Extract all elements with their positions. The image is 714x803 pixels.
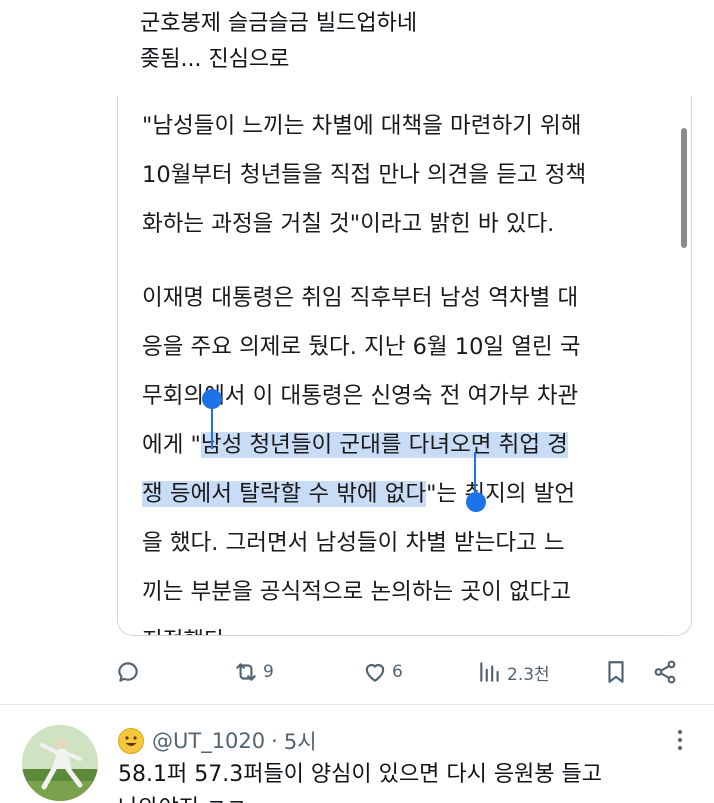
- reply-text: 나와야지 ㅋㅋ: [118, 792, 246, 803]
- like-button[interactable]: 6: [362, 652, 403, 692]
- post-text-line: 군호봉제 슬금슬금 빌드업하네: [140, 11, 418, 36]
- retweet-icon: [236, 663, 256, 681]
- avatar[interactable]: [22, 725, 98, 801]
- post-text: 군호봉제 슬금슬금 빌드업하네 좆됨... 진심으로: [140, 6, 700, 78]
- separator-dot: ·: [271, 729, 278, 753]
- reply-header: @UT_1020 · 5시: [118, 724, 317, 758]
- quote-text: 에게 ": [142, 432, 201, 458]
- quote-line: 쟁 등에서 탈락할 수 밖에 없다"는 취지의 발언: [142, 470, 682, 519]
- retweet-button[interactable]: 9: [233, 652, 274, 692]
- quote-line: 이재명 대통령은 취임 직후부터 남성 역차별 대: [142, 285, 579, 311]
- reply-button[interactable]: [115, 652, 141, 692]
- quote-line: 10월부터 청년들을 직접 만나 의견을 듣고 정책: [142, 162, 587, 188]
- selection-end-stem: [474, 452, 476, 494]
- reply-time[interactable]: 5시: [284, 726, 317, 756]
- selected-text[interactable]: 남성 청년들이 군대를 다녀오면 취업 경: [200, 432, 568, 458]
- avatar-image: [22, 725, 98, 801]
- quote-line: 을 했다. 그러면서 남성들이 차별 받는다고 느: [142, 530, 565, 556]
- quote-line: 에게 "남성 청년들이 군대를 다녀오면 취업 경: [142, 421, 682, 470]
- views-chart-icon: [480, 662, 499, 682]
- selection-start-stem: [211, 405, 213, 449]
- smiley-face-icon: [118, 728, 144, 754]
- more-dots-icon: [678, 730, 682, 750]
- heart-icon: [365, 664, 385, 682]
- action-bar: 9 6 2.3천: [115, 652, 690, 692]
- bookmark-button[interactable]: [603, 652, 629, 692]
- quote-line: 끼는 부분을 공식적으로 논의하는 곳이 없다고: [142, 579, 572, 605]
- quote-body: "남성들이 느끼는 차별에 대책을 마련하기 위해 10월부터 청년들을 직접 …: [142, 102, 682, 635]
- selection-end-handle[interactable]: [466, 492, 486, 512]
- quote-line: 응을 주요 의제로 뒀다. 지난 6월 10일 열린 국: [142, 334, 581, 360]
- quote-card[interactable]: "남성들이 느끼는 차별에 대책을 마련하기 위해 10월부터 청년들을 직접 …: [117, 96, 692, 636]
- share-icon: [654, 660, 676, 684]
- quote-line: 지적했다.: [142, 617, 682, 635]
- reply-bubble-icon: [118, 662, 138, 682]
- quote-text: "는 취지의 발언: [426, 481, 576, 507]
- divider: [0, 704, 714, 705]
- more-options-button[interactable]: [668, 728, 692, 752]
- retweet-count: 9: [263, 662, 274, 682]
- reply-text: 58.1퍼 57.3퍼들이 양심이 있으면 다시 응원봉 들고: [118, 762, 603, 787]
- views-button[interactable]: 2.3천: [477, 652, 550, 692]
- reply-handle[interactable]: @UT_1020: [152, 729, 265, 753]
- bookmark-icon: [608, 661, 624, 683]
- quote-line: 무회의에서 이 대통령은 신영숙 전 여가부 차관: [142, 383, 579, 409]
- share-button[interactable]: [652, 652, 678, 692]
- selected-text[interactable]: 쟁 등에서 탈락할 수 밖에 없다: [142, 481, 427, 507]
- views-count: 2.3천: [507, 664, 550, 685]
- quote-line: 화하는 과정을 거칠 것"이라고 밝힌 바 있다.: [142, 211, 555, 237]
- quote-line: "남성들이 느끼는 차별에 대책을 마련하기 위해: [142, 113, 582, 139]
- post-text-line: 좆됨... 진심으로: [140, 47, 290, 72]
- like-count: 6: [392, 662, 403, 682]
